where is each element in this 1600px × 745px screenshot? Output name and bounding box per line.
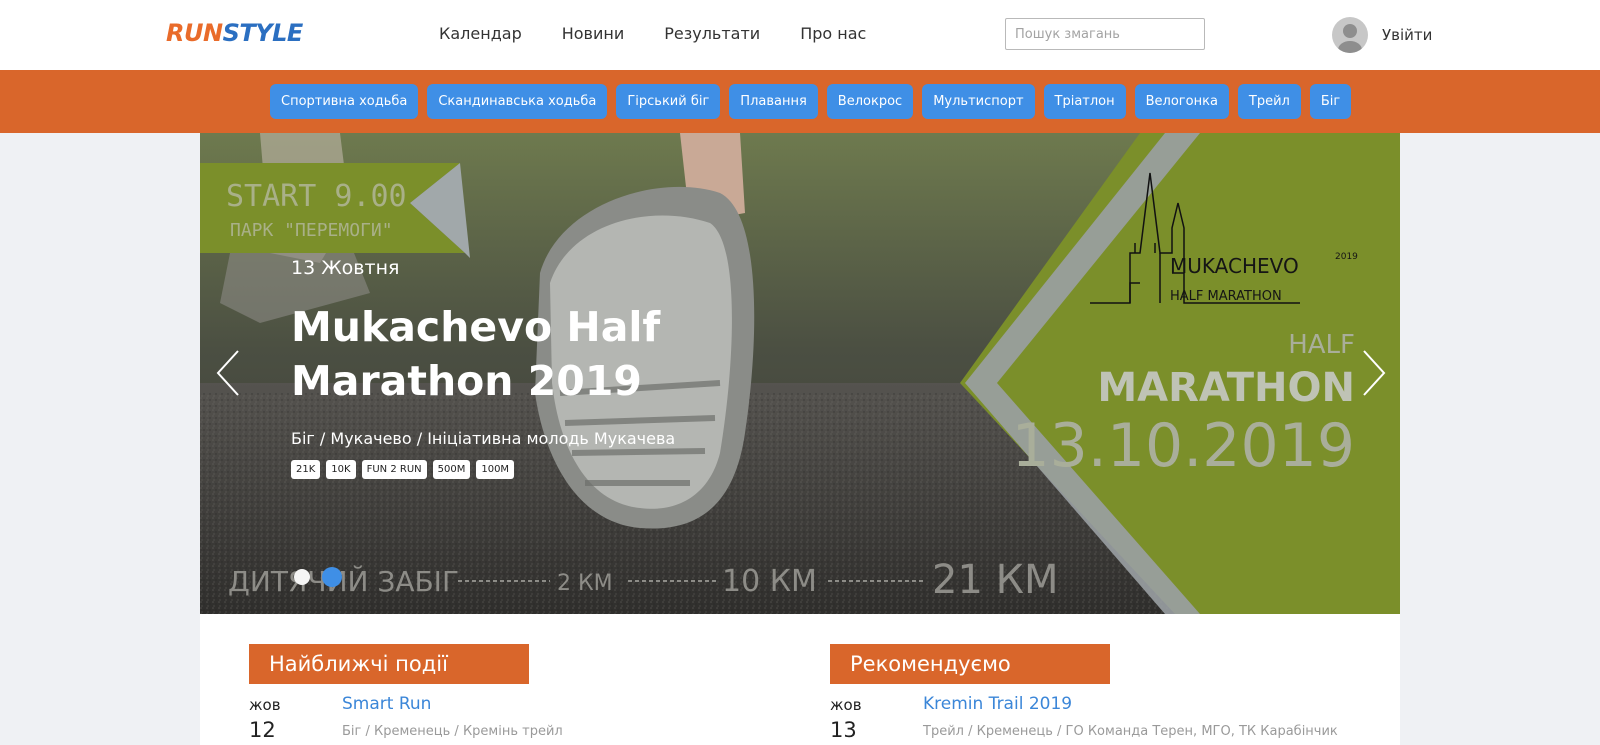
event-meta: Біг / Кременець / Кремінь трейл <box>342 724 563 739</box>
event-month: жов <box>249 696 281 714</box>
nav-calendar[interactable]: Календар <box>439 24 522 43</box>
login-label: Увійти <box>1382 26 1433 44</box>
logo-style-text: STYLE <box>222 19 304 47</box>
distance-tag: 100M <box>476 460 515 479</box>
event-title-link[interactable]: Kremin Trail 2019 <box>923 694 1072 714</box>
events-section: Найближчі події жов 12 Smart Run Біг / К… <box>200 614 1400 745</box>
slider-dot-2-active[interactable] <box>322 567 342 587</box>
poster-distance-10km: 10 КМ <box>722 564 817 599</box>
category-trail[interactable]: Трейл <box>1237 84 1301 119</box>
distance-tag: FUN 2 RUN <box>361 460 427 479</box>
category-multisport[interactable]: Мультиспорт <box>922 84 1035 119</box>
search-input[interactable] <box>1005 18 1205 50</box>
poster-start-text: START 9.00 <box>226 179 407 214</box>
hero-event-date: 13 Жовтня <box>291 257 400 279</box>
distance-tag: 21K <box>291 460 321 479</box>
recommended-heading: Рекомендуємо <box>830 644 1110 684</box>
nav-about[interactable]: Про нас <box>800 24 866 43</box>
hero-distance-tags: 21K 10K FUN 2 RUN 500M 100M <box>291 460 515 479</box>
poster-big-date: 13.10.2019 <box>1011 411 1355 481</box>
recommended-events-column: Рекомендуємо жов 13 Kremin Trail 2019 Тр… <box>830 644 1350 744</box>
poster-kids-run: ДИТЯЧИЙ ЗАБІГ <box>228 564 459 598</box>
user-avatar-icon <box>1332 17 1368 53</box>
category-nordic-walking[interactable]: Скандинавська ходьба <box>427 84 608 119</box>
category-cyclocross[interactable]: Велокрос <box>826 84 914 119</box>
poster-brand-sub: HALF MARATHON <box>1170 289 1282 304</box>
distance-tag: 500M <box>432 460 471 479</box>
slider-dot-1[interactable] <box>294 569 310 585</box>
login-button[interactable]: Увійти <box>1332 17 1432 53</box>
category-race-walking[interactable]: Спортивна ходьба <box>270 84 419 119</box>
category-triathlon[interactable]: Тріатлон <box>1043 84 1126 119</box>
category-swimming[interactable]: Плавання <box>729 84 818 119</box>
chevron-left-icon[interactable] <box>214 349 244 397</box>
category-list: Спортивна ходьба Скандинавська ходьба Гі… <box>270 84 1352 119</box>
upcoming-events-heading: Найближчі події <box>249 644 529 684</box>
poster-distance-2km: 2 КМ <box>557 571 613 596</box>
poster-half-text: HALF <box>1288 330 1355 360</box>
chevron-right-icon[interactable] <box>1358 349 1388 397</box>
poster-brand-year: 2019 <box>1335 252 1358 262</box>
nav-results[interactable]: Результати <box>664 24 760 43</box>
poster-marathon-text: MARATHON <box>1097 365 1355 411</box>
runstyle-logo[interactable]: RUN STYLE <box>166 18 303 48</box>
logo-run-text: RUN <box>166 19 223 47</box>
main-nav: Календар Новини Результати Про нас <box>439 24 866 43</box>
category-bike-race[interactable]: Велогонка <box>1134 84 1229 119</box>
upcoming-events-column: Найближчі події жов 12 Smart Run Біг / К… <box>249 644 769 744</box>
event-meta: Трейл / Кременець / ГО Команда Терен, МГ… <box>923 724 1338 739</box>
category-bar: Спортивна ходьба Скандинавська ходьба Гі… <box>0 70 1600 133</box>
poster-distance-21km: 21 КМ <box>932 557 1059 603</box>
category-mountain-running[interactable]: Гірський біг <box>616 84 721 119</box>
nav-news[interactable]: Новини <box>562 24 625 43</box>
event-title-link[interactable]: Smart Run <box>342 694 431 714</box>
poster-brand-text: MUKACHEVO <box>1170 254 1299 278</box>
slider-dots <box>294 567 342 587</box>
distance-tag: 10K <box>326 460 356 479</box>
poster-park-text: ПАРК "ПЕРЕМОГИ" <box>230 220 393 241</box>
top-header: RUN STYLE Календар Новини Результати Про … <box>0 0 1600 70</box>
category-running[interactable]: Біг <box>1309 84 1352 119</box>
hero-event-subtitle: Біг / Мукачево / Ініціативна молодь Мука… <box>291 429 676 448</box>
event-day: 12 <box>249 718 276 742</box>
event-day: 13 <box>830 718 857 742</box>
list-item: жов 13 Kremin Trail 2019 Трейл / Кремене… <box>830 694 1350 744</box>
list-item: жов 12 Smart Run Біг / Кременець / Кремі… <box>249 694 769 744</box>
hero-event-title[interactable]: Mukachevo Half Marathon 2019 <box>291 300 711 408</box>
event-month: жов <box>830 696 862 714</box>
hero-slider: START 9.00 ПАРК "ПЕРЕМОГИ" MUKACHEVO 201… <box>200 133 1400 614</box>
